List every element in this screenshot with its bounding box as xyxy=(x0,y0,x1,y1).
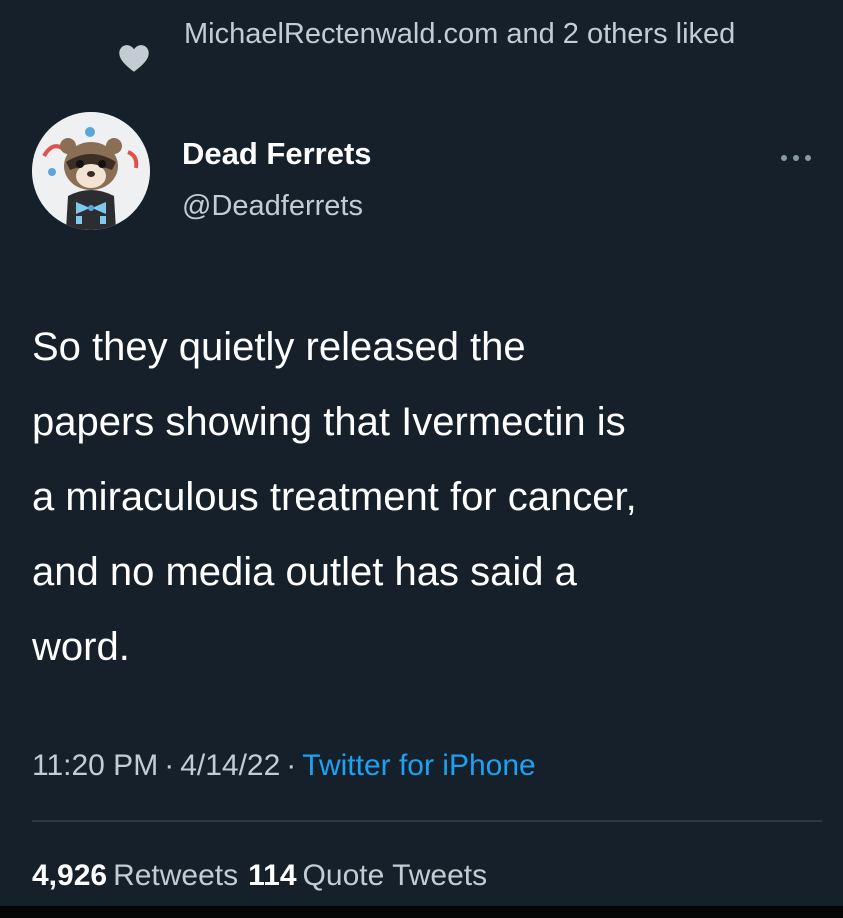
quote-tweets-stat[interactable]: 114 Quote Tweets xyxy=(248,859,487,892)
author-name[interactable]: Dead Ferrets xyxy=(182,134,372,174)
tweet-meta: 11:20 PM · 4/14/22 · Twitter for iPhone xyxy=(32,746,536,786)
tweet-time[interactable]: 11:20 PM xyxy=(32,749,158,782)
heart-icon xyxy=(119,45,149,72)
author-handle[interactable]: @Deadferrets xyxy=(182,186,363,226)
retweets-label: Retweets xyxy=(113,859,239,892)
quote-tweets-count: 114 xyxy=(248,859,297,892)
engagement-stats: 4,926 Retweets 114 Quote Tweets xyxy=(32,856,487,896)
more-options-icon[interactable] xyxy=(776,148,816,168)
bottom-edge-bar xyxy=(0,906,843,918)
retweets-stat[interactable]: 4,926 Retweets xyxy=(32,859,238,892)
meta-separator: · xyxy=(164,749,175,782)
tweet-date[interactable]: 4/14/22 xyxy=(180,749,280,782)
avatar[interactable] xyxy=(32,112,150,230)
divider xyxy=(32,820,822,822)
tweet-source-link[interactable]: Twitter for iPhone xyxy=(302,749,535,782)
tweet-text: So they quietly released the papers show… xyxy=(32,325,637,669)
quote-tweets-label: Quote Tweets xyxy=(302,859,488,892)
social-context-text: MichaelRectenwald.com and 2 others liked xyxy=(184,18,736,50)
ferret-avatar-icon xyxy=(32,112,150,230)
retweets-count: 4,926 xyxy=(32,859,108,892)
meta-separator: · xyxy=(286,749,297,782)
